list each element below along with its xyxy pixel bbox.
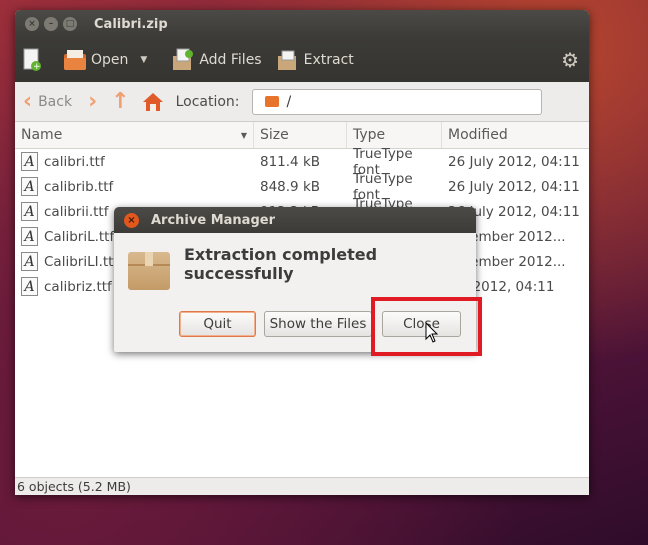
status-bar: 6 objects (5.2 MB) <box>15 477 589 495</box>
add-files-icon <box>171 48 194 72</box>
column-type-label: Type <box>353 127 386 143</box>
column-size[interactable]: Size <box>254 122 347 148</box>
folder-icon <box>264 96 279 107</box>
column-modified[interactable]: Modified <box>442 122 589 148</box>
back-label[interactable]: Back <box>38 94 72 110</box>
file-modified-cell: 26 July 2012, 04:11 <box>442 174 589 199</box>
font-file-icon: A <box>21 177 38 196</box>
window-titlebar: × – □ Calibri.zip <box>15 10 589 38</box>
file-size: 848.9 kB <box>260 178 321 195</box>
file-name: calibriz.ttf <box>44 278 112 295</box>
column-size-label: Size <box>260 127 289 143</box>
open-archive-icon <box>63 48 86 72</box>
file-name-cell: Acalibri.ttf <box>15 149 254 174</box>
window-close-icon[interactable]: × <box>25 17 39 31</box>
font-file-icon: A <box>21 152 38 171</box>
extract-label: Extract <box>303 52 354 68</box>
file-name: calibrii.ttf <box>44 203 109 220</box>
column-name[interactable]: Name ▼ <box>15 122 254 148</box>
file-modified-cell: 26 July 2012, 04:11 <box>442 149 589 174</box>
window-title: Calibri.zip <box>94 16 168 32</box>
mouse-cursor-icon <box>425 321 439 344</box>
file-size-cell: 848.9 kB <box>254 174 347 199</box>
status-text: 6 objects (5.2 MB) <box>17 479 131 494</box>
table-row[interactable]: Acalibrib.ttf 848.9 kB TrueType font 26 Jul… <box>15 171 589 203</box>
window-maximize-icon[interactable]: □ <box>63 17 77 31</box>
column-modified-label: Modified <box>448 127 508 143</box>
location-field[interactable]: / <box>251 88 542 115</box>
dialog-title: Archive Manager <box>151 212 275 228</box>
file-modified: 26 July 2012, 04:11 <box>448 178 580 195</box>
open-dropdown-arrow-icon[interactable]: ▼ <box>140 55 147 65</box>
dialog-titlebar: × Archive Manager <box>114 207 476 233</box>
new-archive-button[interactable]: + <box>21 48 49 72</box>
location-bar: ‹ Back › ↑ Location: / <box>15 82 589 122</box>
file-name-cell: Acalibrib.ttf <box>15 174 254 199</box>
new-archive-icon: + <box>21 48 43 72</box>
list-header: Name ▼ Size Type Modified <box>15 122 589 149</box>
svg-text:+: + <box>33 62 41 72</box>
gear-icon[interactable]: ⚙ <box>561 48 579 72</box>
column-type[interactable]: Type <box>347 122 442 148</box>
column-name-label: Name <box>21 127 63 143</box>
file-name: CalibriL.ttf <box>44 228 115 245</box>
dialog-close-icon[interactable]: × <box>124 212 139 228</box>
location-label: Location: <box>175 93 240 110</box>
home-icon[interactable] <box>142 91 164 113</box>
quit-button[interactable]: Quit <box>179 311 256 337</box>
file-modified: 26 July 2012, 04:11 <box>448 153 580 170</box>
extract-icon <box>276 48 298 72</box>
add-files-label: Add Files <box>199 52 262 68</box>
font-file-icon: A <box>21 277 38 296</box>
toolbar: + Open ▼ Add Files Extract ⚙ <box>15 38 589 82</box>
show-files-button[interactable]: Show the Files <box>264 311 372 337</box>
dialog-message: Extraction completed successfully <box>184 245 378 283</box>
font-file-icon: A <box>21 202 38 221</box>
file-name: calibrib.ttf <box>44 178 114 195</box>
add-files-button[interactable]: Add Files <box>171 48 262 72</box>
location-path: / <box>286 93 292 110</box>
sort-arrow-icon: ▼ <box>240 130 247 140</box>
file-name: calibri.ttf <box>44 153 105 170</box>
up-arrow-icon[interactable]: ↑ <box>111 89 129 114</box>
font-file-icon: A <box>21 227 38 246</box>
archive-box-icon <box>128 252 170 290</box>
font-file-icon: A <box>21 252 38 271</box>
file-size: 811.4 kB <box>260 153 321 170</box>
file-name: CalibriLI.ttf <box>44 253 119 270</box>
file-size-cell: 811.4 kB <box>254 149 347 174</box>
open-button[interactable]: Open ▼ <box>63 48 147 72</box>
back-arrow-icon[interactable]: ‹ <box>23 89 32 114</box>
table-row[interactable]: Acalibri.ttf 811.4 kB TrueType font 26 July… <box>15 146 589 178</box>
extract-button[interactable]: Extract <box>276 48 354 72</box>
open-label: Open <box>91 52 129 68</box>
window-minimize-icon[interactable]: – <box>44 17 58 31</box>
forward-arrow-icon[interactable]: › <box>88 89 97 114</box>
